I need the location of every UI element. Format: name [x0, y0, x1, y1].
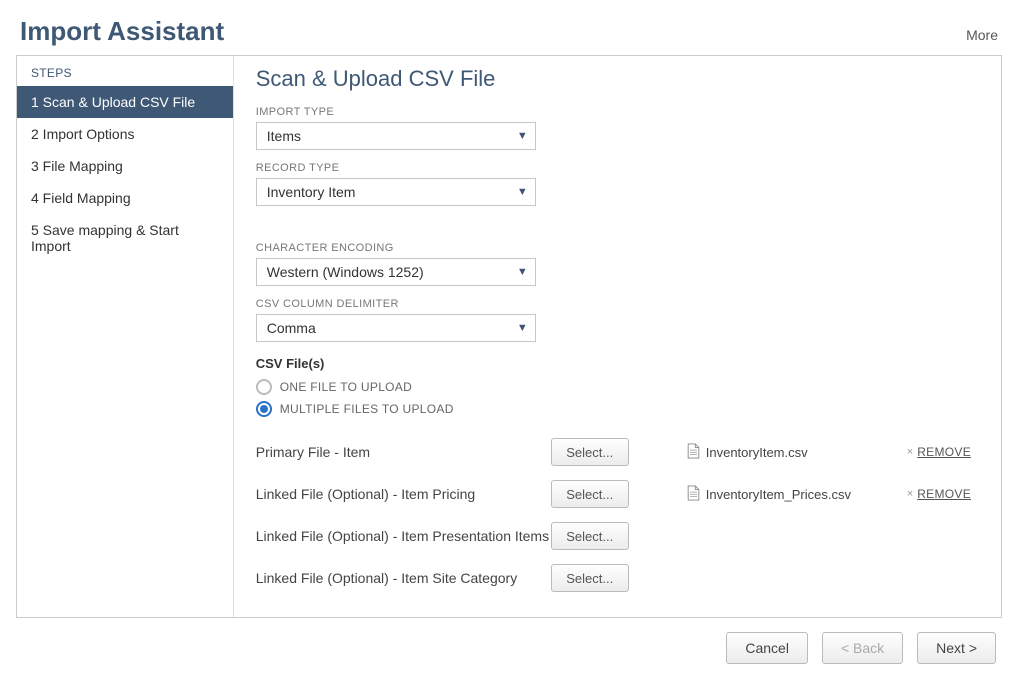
step-item-5[interactable]: 5 Save mapping & Start Import	[17, 214, 233, 262]
select-file-button[interactable]: Select...	[551, 480, 629, 508]
record-type-label: RECORD TYPE	[256, 162, 979, 174]
section-title: Scan & Upload CSV File	[256, 66, 979, 92]
steps-heading: STEPS	[17, 56, 233, 86]
step-item-2[interactable]: 2 Import Options	[17, 118, 233, 150]
close-icon: ×	[907, 446, 913, 458]
file-icon	[687, 443, 700, 462]
step-item-4[interactable]: 4 Field Mapping	[17, 182, 233, 214]
file-icon	[687, 485, 700, 504]
select-file-button[interactable]: Select...	[551, 522, 629, 550]
remove-file-link[interactable]: REMOVE	[917, 487, 971, 501]
chosen-file-name: InventoryItem_Prices.csv	[706, 487, 851, 502]
step-item-1[interactable]: 1 Scan & Upload CSV File	[17, 86, 233, 118]
delimiter-label: CSV COLUMN DELIMITER	[256, 298, 979, 310]
step-item-3[interactable]: 3 File Mapping	[17, 150, 233, 182]
file-row-label: Linked File (Optional) - Item Presentati…	[256, 528, 551, 544]
back-button[interactable]: < Back	[822, 632, 903, 664]
page-title: Import Assistant	[20, 16, 224, 47]
steps-sidebar: STEPS 1 Scan & Upload CSV File2 Import O…	[17, 56, 234, 617]
select-file-button[interactable]: Select...	[551, 438, 629, 466]
import-type-label: IMPORT TYPE	[256, 106, 979, 118]
next-button[interactable]: Next >	[917, 632, 996, 664]
encoding-label: CHARACTER ENCODING	[256, 242, 979, 254]
csv-files-heading: CSV File(s)	[256, 356, 979, 371]
chosen-file: InventoryItem_Prices.csv	[687, 485, 907, 504]
footer-buttons: Cancel < Back Next >	[16, 618, 1002, 668]
main-content: Scan & Upload CSV File IMPORT TYPE Items…	[234, 56, 1001, 617]
remove-file-link[interactable]: REMOVE	[917, 445, 971, 459]
cancel-button[interactable]: Cancel	[726, 632, 808, 664]
radio-one-file[interactable]	[256, 379, 272, 395]
file-row: Primary File - ItemSelect... InventoryIte…	[256, 431, 979, 473]
file-row: Linked File (Optional) - Item Presentati…	[256, 515, 979, 557]
file-row: Linked File (Optional) - Item Site Categ…	[256, 557, 979, 599]
import-type-select[interactable]: Items	[256, 122, 536, 150]
file-row: Linked File (Optional) - Item PricingSel…	[256, 473, 979, 515]
radio-multiple-files-label: MULTIPLE FILES TO UPLOAD	[280, 402, 454, 416]
close-icon: ×	[907, 488, 913, 500]
file-row-label: Linked File (Optional) - Item Pricing	[256, 486, 551, 502]
delimiter-select[interactable]: Comma	[256, 314, 536, 342]
record-type-select[interactable]: Inventory Item	[256, 178, 536, 206]
select-file-button[interactable]: Select...	[551, 564, 629, 592]
chosen-file: InventoryItem.csv	[687, 443, 907, 462]
encoding-select[interactable]: Western (Windows 1252)	[256, 258, 536, 286]
chosen-file-name: InventoryItem.csv	[706, 445, 808, 460]
file-row-label: Primary File - Item	[256, 444, 551, 460]
file-row-label: Linked File (Optional) - Item Site Categ…	[256, 570, 551, 586]
radio-one-file-label: ONE FILE TO UPLOAD	[280, 380, 412, 394]
radio-multiple-files[interactable]	[256, 401, 272, 417]
more-menu[interactable]: More	[966, 27, 998, 43]
wizard-panel: STEPS 1 Scan & Upload CSV File2 Import O…	[16, 55, 1002, 618]
